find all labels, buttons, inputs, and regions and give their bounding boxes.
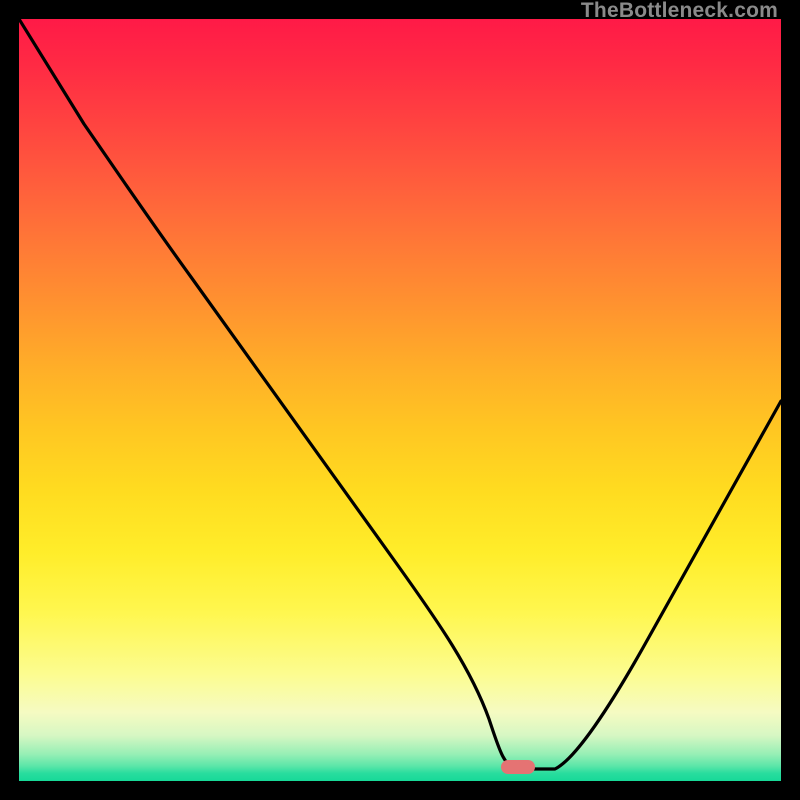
- bottleneck-curve: [19, 19, 781, 781]
- plot-area: [19, 19, 781, 781]
- watermark-label: TheBottleneck.com: [581, 0, 778, 23]
- chart-frame: TheBottleneck.com: [0, 0, 800, 800]
- optimal-marker: [501, 760, 535, 774]
